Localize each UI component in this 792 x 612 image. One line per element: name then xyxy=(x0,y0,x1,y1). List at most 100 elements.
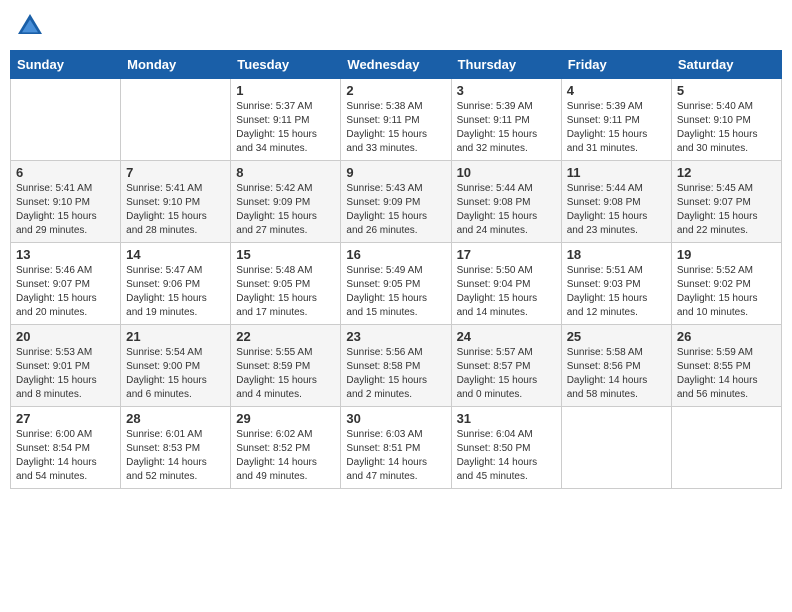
day-number: 6 xyxy=(16,165,115,180)
day-info: Sunrise: 6:04 AM Sunset: 8:50 PM Dayligh… xyxy=(457,428,556,484)
calendar-header-row: SundayMondayTuesdayWednesdayThursdayFrid… xyxy=(11,51,782,79)
column-header-saturday: Saturday xyxy=(671,51,781,79)
calendar-week-row: 20 Sunrise: 5:53 AM Sunset: 9:01 PM Dayli… xyxy=(11,325,782,407)
day-info: Sunrise: 5:51 AM Sunset: 9:03 PM Dayligh… xyxy=(567,264,666,320)
day-info: Sunrise: 5:40 AM Sunset: 9:10 PM Dayligh… xyxy=(677,100,776,156)
calendar-cell: 14Sunrise: 5:47 AM Sunset: 9:06 PM Dayli… xyxy=(121,243,231,325)
calendar-cell: 18 Sunrise: 5:51 AM Sunset: 9:03 PM Dayli… xyxy=(561,243,671,325)
logo xyxy=(14,10,50,42)
day-info: Sunrise: 6:01 AM Sunset: 8:53 PM Dayligh… xyxy=(126,428,225,484)
calendar-cell: 3 Sunrise: 5:39 AM Sunset: 9:11 PM Daylig… xyxy=(451,79,561,161)
calendar-cell: 19Sunrise: 5:52 AM Sunset: 9:02 PM Dayli… xyxy=(671,243,781,325)
day-number: 30 xyxy=(346,411,445,426)
day-number: 22 xyxy=(236,329,335,344)
day-info: Sunrise: 5:39 AM Sunset: 9:11 PM Dayligh… xyxy=(457,100,556,156)
day-info: Sunrise: 5:41 AM Sunset: 9:10 PM Dayligh… xyxy=(16,182,115,238)
calendar-cell: 5Sunrise: 5:40 AM Sunset: 9:10 PM Daylig… xyxy=(671,79,781,161)
calendar-cell: 31 Sunrise: 6:04 AM Sunset: 8:50 PM Dayli… xyxy=(451,407,561,489)
day-info: Sunrise: 6:00 AM Sunset: 8:54 PM Dayligh… xyxy=(16,428,115,484)
calendar-week-row: 1Sunrise: 5:37 AM Sunset: 9:11 PM Daylig… xyxy=(11,79,782,161)
calendar-cell: 8 Sunrise: 5:42 AM Sunset: 9:09 PM Daylig… xyxy=(231,161,341,243)
calendar-cell: 1Sunrise: 5:37 AM Sunset: 9:11 PM Daylig… xyxy=(231,79,341,161)
day-number: 7 xyxy=(126,165,225,180)
calendar-cell: 29Sunrise: 6:02 AM Sunset: 8:52 PM Dayli… xyxy=(231,407,341,489)
day-number: 26 xyxy=(677,329,776,344)
day-info: Sunrise: 5:53 AM Sunset: 9:01 PM Dayligh… xyxy=(16,346,115,402)
day-info: Sunrise: 5:38 AM Sunset: 9:11 PM Dayligh… xyxy=(346,100,445,156)
day-info: Sunrise: 5:41 AM Sunset: 9:10 PM Dayligh… xyxy=(126,182,225,238)
day-number: 8 xyxy=(236,165,335,180)
day-info: Sunrise: 6:02 AM Sunset: 8:52 PM Dayligh… xyxy=(236,428,335,484)
day-number: 21 xyxy=(126,329,225,344)
day-info: Sunrise: 5:55 AM Sunset: 8:59 PM Dayligh… xyxy=(236,346,335,402)
day-info: Sunrise: 5:58 AM Sunset: 8:56 PM Dayligh… xyxy=(567,346,666,402)
calendar-week-row: 13Sunrise: 5:46 AM Sunset: 9:07 PM Dayli… xyxy=(11,243,782,325)
day-number: 23 xyxy=(346,329,445,344)
calendar-cell: 15Sunrise: 5:48 AM Sunset: 9:05 PM Dayli… xyxy=(231,243,341,325)
logo-icon xyxy=(14,10,46,42)
column-header-wednesday: Wednesday xyxy=(341,51,451,79)
day-info: Sunrise: 5:37 AM Sunset: 9:11 PM Dayligh… xyxy=(236,100,335,156)
day-number: 2 xyxy=(346,83,445,98)
day-info: Sunrise: 5:45 AM Sunset: 9:07 PM Dayligh… xyxy=(677,182,776,238)
calendar-cell: 20 Sunrise: 5:53 AM Sunset: 9:01 PM Dayli… xyxy=(11,325,121,407)
day-info: Sunrise: 5:49 AM Sunset: 9:05 PM Dayligh… xyxy=(346,264,445,320)
calendar-cell: 26 Sunrise: 5:59 AM Sunset: 8:55 PM Dayli… xyxy=(671,325,781,407)
day-number: 31 xyxy=(457,411,556,426)
day-info: Sunrise: 5:59 AM Sunset: 8:55 PM Dayligh… xyxy=(677,346,776,402)
calendar-cell: 21Sunrise: 5:54 AM Sunset: 9:00 PM Dayli… xyxy=(121,325,231,407)
calendar-cell: 2 Sunrise: 5:38 AM Sunset: 9:11 PM Daylig… xyxy=(341,79,451,161)
calendar-week-row: 6 Sunrise: 5:41 AM Sunset: 9:10 PM Daylig… xyxy=(11,161,782,243)
calendar-cell xyxy=(671,407,781,489)
day-number: 25 xyxy=(567,329,666,344)
calendar-cell: 12Sunrise: 5:45 AM Sunset: 9:07 PM Dayli… xyxy=(671,161,781,243)
calendar-cell: 6 Sunrise: 5:41 AM Sunset: 9:10 PM Daylig… xyxy=(11,161,121,243)
calendar-cell xyxy=(561,407,671,489)
calendar-cell: 13Sunrise: 5:46 AM Sunset: 9:07 PM Dayli… xyxy=(11,243,121,325)
day-info: Sunrise: 5:44 AM Sunset: 9:08 PM Dayligh… xyxy=(567,182,666,238)
day-number: 28 xyxy=(126,411,225,426)
calendar-cell xyxy=(11,79,121,161)
day-number: 24 xyxy=(457,329,556,344)
day-number: 18 xyxy=(567,247,666,262)
day-number: 16 xyxy=(346,247,445,262)
day-info: Sunrise: 5:57 AM Sunset: 8:57 PM Dayligh… xyxy=(457,346,556,402)
day-number: 11 xyxy=(567,165,666,180)
column-header-friday: Friday xyxy=(561,51,671,79)
day-number: 4 xyxy=(567,83,666,98)
day-info: Sunrise: 5:43 AM Sunset: 9:09 PM Dayligh… xyxy=(346,182,445,238)
column-header-sunday: Sunday xyxy=(11,51,121,79)
calendar-cell: 24 Sunrise: 5:57 AM Sunset: 8:57 PM Dayli… xyxy=(451,325,561,407)
day-info: Sunrise: 5:56 AM Sunset: 8:58 PM Dayligh… xyxy=(346,346,445,402)
day-info: Sunrise: 5:50 AM Sunset: 9:04 PM Dayligh… xyxy=(457,264,556,320)
day-info: Sunrise: 5:42 AM Sunset: 9:09 PM Dayligh… xyxy=(236,182,335,238)
calendar-cell: 4 Sunrise: 5:39 AM Sunset: 9:11 PM Daylig… xyxy=(561,79,671,161)
calendar-cell: 17 Sunrise: 5:50 AM Sunset: 9:04 PM Dayli… xyxy=(451,243,561,325)
day-number: 17 xyxy=(457,247,556,262)
day-number: 10 xyxy=(457,165,556,180)
calendar-cell: 25 Sunrise: 5:58 AM Sunset: 8:56 PM Dayli… xyxy=(561,325,671,407)
column-header-monday: Monday xyxy=(121,51,231,79)
calendar-cell: 11 Sunrise: 5:44 AM Sunset: 9:08 PM Dayli… xyxy=(561,161,671,243)
calendar-cell: 30Sunrise: 6:03 AM Sunset: 8:51 PM Dayli… xyxy=(341,407,451,489)
day-number: 27 xyxy=(16,411,115,426)
calendar-cell: 27 Sunrise: 6:00 AM Sunset: 8:54 PM Dayli… xyxy=(11,407,121,489)
day-info: Sunrise: 5:46 AM Sunset: 9:07 PM Dayligh… xyxy=(16,264,115,320)
column-header-thursday: Thursday xyxy=(451,51,561,79)
calendar-week-row: 27 Sunrise: 6:00 AM Sunset: 8:54 PM Dayli… xyxy=(11,407,782,489)
calendar-cell: 22 Sunrise: 5:55 AM Sunset: 8:59 PM Dayli… xyxy=(231,325,341,407)
day-info: Sunrise: 5:39 AM Sunset: 9:11 PM Dayligh… xyxy=(567,100,666,156)
calendar-cell: 10 Sunrise: 5:44 AM Sunset: 9:08 PM Dayli… xyxy=(451,161,561,243)
day-number: 3 xyxy=(457,83,556,98)
day-info: Sunrise: 5:44 AM Sunset: 9:08 PM Dayligh… xyxy=(457,182,556,238)
day-info: Sunrise: 5:47 AM Sunset: 9:06 PM Dayligh… xyxy=(126,264,225,320)
day-number: 20 xyxy=(16,329,115,344)
day-number: 19 xyxy=(677,247,776,262)
calendar-cell: 16 Sunrise: 5:49 AM Sunset: 9:05 PM Dayli… xyxy=(341,243,451,325)
calendar-cell: 23 Sunrise: 5:56 AM Sunset: 8:58 PM Dayli… xyxy=(341,325,451,407)
day-number: 9 xyxy=(346,165,445,180)
calendar-table: SundayMondayTuesdayWednesdayThursdayFrid… xyxy=(10,50,782,489)
calendar-cell: 9 Sunrise: 5:43 AM Sunset: 9:09 PM Daylig… xyxy=(341,161,451,243)
calendar-cell: 7 Sunrise: 5:41 AM Sunset: 9:10 PM Daylig… xyxy=(121,161,231,243)
day-info: Sunrise: 5:48 AM Sunset: 9:05 PM Dayligh… xyxy=(236,264,335,320)
